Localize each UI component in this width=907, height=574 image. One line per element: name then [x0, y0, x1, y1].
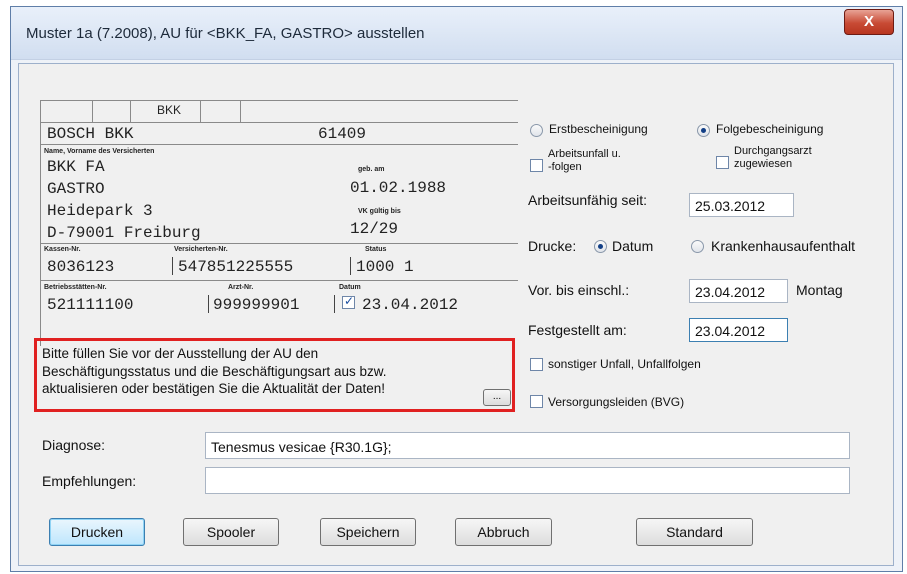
- standard-button[interactable]: Standard: [636, 518, 753, 546]
- status-caption: Status: [365, 246, 387, 253]
- window-title: Muster 1a (7.2008), AU für <BKK_FA, GAST…: [26, 25, 425, 42]
- festgestellt-field[interactable]: 23.04.2012: [689, 318, 788, 342]
- sonstiger-unfall-checkbox[interactable]: [530, 358, 543, 371]
- au-seit-label: Arbeitsunfähig seit:: [528, 192, 648, 208]
- versorgungsleiden-checkbox[interactable]: [530, 395, 543, 408]
- drucken-button[interactable]: Drucken: [49, 518, 145, 546]
- name-caption: Name, Vorname des Versicherten: [44, 148, 155, 155]
- vor-bis-weekday: Montag: [796, 282, 843, 298]
- status-value: 1000 1: [356, 258, 414, 276]
- datum-checkbox[interactable]: [342, 294, 355, 309]
- speichern-button[interactable]: Speichern: [320, 518, 416, 546]
- vor-bis-field[interactable]: 23.04.2012: [689, 279, 788, 303]
- warning-text: Bitte füllen Sie vor der Ausstellung der…: [42, 345, 482, 398]
- versicherten-nr: 547851225555: [178, 258, 294, 276]
- bs-nr: 521111100: [47, 296, 134, 314]
- employment-details-button[interactable]: ...: [483, 389, 511, 406]
- warning-line-3: aktualisieren oder bestätigen Sie die Ak…: [42, 381, 385, 396]
- city: D-79001 Freiburg: [47, 224, 201, 242]
- versorgungsleiden-label: Versorgungsleiden (BVG): [548, 395, 685, 409]
- krankenhaus-radio[interactable]: [691, 240, 704, 253]
- versicherten-caption: Versicherten-Nr.: [174, 246, 228, 253]
- erstbescheinigung-label: Erstbescheinigung: [549, 122, 648, 136]
- diagnose-input[interactable]: Tenesmus vesicae {R30.1G};: [205, 432, 850, 459]
- dialog-window: Muster 1a (7.2008), AU für <BKK_FA, GAST…: [10, 6, 903, 572]
- bs-caption: Betriebsstätten-Nr.: [44, 284, 107, 291]
- abbruch-button[interactable]: Abbruch: [455, 518, 552, 546]
- spooler-button[interactable]: Spooler: [183, 518, 279, 546]
- warning-box: Bitte füllen Sie vor der Ausstellung der…: [34, 338, 515, 412]
- arbeitsunfall-label: Arbeitsunfall u. -folgen: [548, 148, 621, 173]
- warning-line-2: Beschäftigungsstatus und die Beschäftigu…: [42, 363, 387, 379]
- arzt-nr: 999999901: [213, 296, 300, 314]
- empfehlungen-input[interactable]: [205, 467, 850, 494]
- folgebescheinigung-radio[interactable]: [697, 124, 710, 137]
- diagnose-label: Diagnose:: [42, 437, 106, 453]
- street: Heidepark 3: [47, 202, 153, 220]
- krankenhaus-radio-label: Krankenhausaufenthalt: [711, 238, 855, 254]
- festgestellt-label: Festgestellt am:: [528, 322, 627, 338]
- vk-valid: 12/29: [350, 220, 399, 238]
- kassen-caption: Kassen-Nr.: [44, 246, 81, 253]
- birth-date: 01.02.1988: [350, 179, 447, 197]
- au-form-card: BKK BOSCH BKK 61409 Name, Vorname des Ve…: [40, 100, 518, 346]
- dialog-client-area: BKK BOSCH BKK 61409 Name, Vorname des Ve…: [18, 63, 894, 566]
- title-bar: Muster 1a (7.2008), AU für <BKK_FA, GAST…: [11, 7, 902, 60]
- close-button[interactable]: X: [844, 9, 894, 35]
- birth-caption: geb. am: [358, 166, 385, 173]
- insurer-name: BOSCH BKK: [47, 125, 134, 143]
- kassen-nr: 8036123: [47, 258, 115, 276]
- au-seit-field[interactable]: 25.03.2012: [689, 193, 794, 217]
- last-name: BKK FA: [47, 158, 105, 176]
- vor-bis-label: Vor. bis einschl.:: [528, 282, 630, 298]
- datum-value: 23.04.2012: [362, 296, 459, 314]
- drucke-label: Drucke:: [528, 238, 577, 254]
- bkk-label: BKK: [157, 103, 182, 117]
- datum-radio-label: Datum: [612, 238, 654, 254]
- durchgangsarzt-label: Durchgangsarzt zugewiesen: [734, 145, 812, 170]
- arzt-caption: Arzt-Nr.: [228, 284, 254, 291]
- empfehlungen-label: Empfehlungen:: [42, 473, 137, 489]
- datum-caption: Datum: [339, 284, 361, 291]
- durchgangsarzt-checkbox[interactable]: [716, 156, 729, 169]
- first-name: GASTRO: [47, 180, 105, 198]
- insurer-number: 61409: [318, 125, 367, 143]
- datum-radio[interactable]: [594, 240, 607, 253]
- folgebescheinigung-label: Folgebescheinigung: [716, 122, 824, 136]
- erstbescheinigung-radio[interactable]: [530, 124, 543, 137]
- warning-line-1: Bitte füllen Sie vor der Ausstellung der…: [42, 346, 319, 361]
- sonstiger-unfall-label: sonstiger Unfall, Unfallfolgen: [548, 357, 701, 371]
- vk-caption: VK gültig bis: [358, 208, 401, 215]
- arbeitsunfall-checkbox[interactable]: [530, 159, 543, 172]
